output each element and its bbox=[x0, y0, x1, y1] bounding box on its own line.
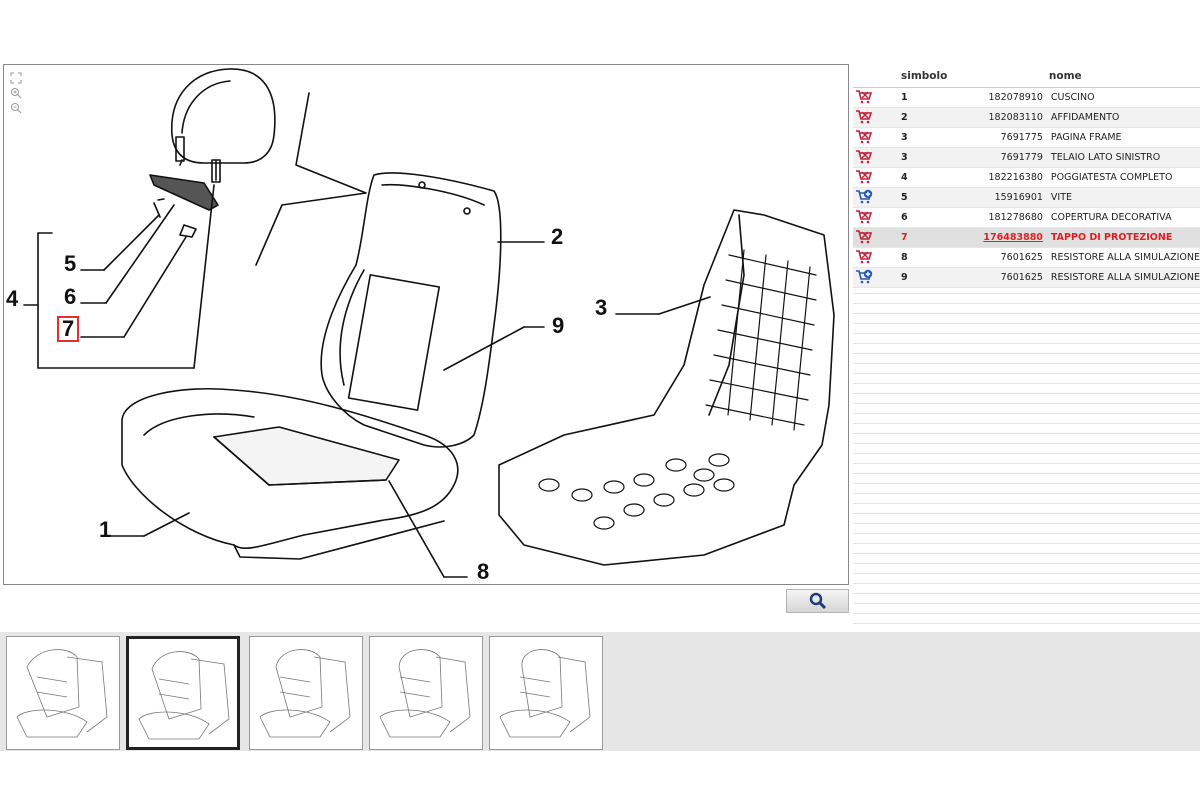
row-pos: 1 bbox=[880, 87, 923, 108]
row-name: PAGINA FRAME bbox=[1048, 127, 1200, 148]
fullscreen-icon[interactable] bbox=[10, 69, 22, 84]
row-code: 182216380 bbox=[922, 167, 1049, 188]
row-code: 7691775 bbox=[922, 127, 1049, 148]
cart-icon[interactable] bbox=[855, 249, 873, 264]
cart-icon[interactable] bbox=[855, 129, 873, 144]
diagram-toolbar bbox=[10, 69, 24, 114]
parts-list-panel: simbolo nome 1 182078910 CUSCINO 2 182083110… bbox=[853, 64, 1200, 624]
callout-7[interactable]: 7 bbox=[57, 316, 80, 342]
row-code: 182083110 bbox=[922, 107, 1049, 128]
header-nome[interactable]: nome bbox=[1048, 64, 1200, 88]
table-row[interactable]: 6 181278680 COPERTURA DECORATIVA bbox=[853, 207, 1200, 228]
row-pos: 4 bbox=[880, 167, 923, 188]
row-name: AFFIDAMENTO bbox=[1048, 107, 1200, 128]
row-name: RESISTORE ALLA SIMULAZIONE bbox=[1048, 247, 1200, 268]
cart-icon[interactable] bbox=[855, 209, 873, 224]
thumbnail-drawing bbox=[16, 649, 108, 738]
thumbnail-2[interactable] bbox=[126, 636, 240, 750]
callout-9[interactable]: 9 bbox=[552, 315, 564, 337]
table-row[interactable]: 4 182216380 POGGIATESTA COMPLETO bbox=[853, 167, 1200, 188]
row-name: RESISTORE ALLA SIMULAZIONE bbox=[1048, 267, 1200, 288]
row-pos: 5 bbox=[880, 187, 923, 208]
thumbnail-drawing bbox=[379, 649, 471, 738]
header-simbolo[interactable]: simbolo bbox=[901, 64, 1049, 88]
thumbnail-4[interactable] bbox=[369, 636, 483, 750]
table-row[interactable]: 5 15916901 VITE bbox=[853, 187, 1200, 208]
seat-drawing bbox=[23, 68, 835, 578]
header-icon bbox=[853, 64, 881, 88]
row-code[interactable]: 176483880 bbox=[922, 227, 1049, 248]
magnifier-icon bbox=[809, 592, 826, 610]
row-name: CUSCINO bbox=[1048, 87, 1200, 108]
table-row[interactable]: 3 7691779 TELAIO LATO SINISTRO bbox=[853, 147, 1200, 168]
cart-icon[interactable] bbox=[855, 149, 873, 164]
callout-1[interactable]: 1 bbox=[99, 519, 111, 541]
callout-5[interactable]: 5 bbox=[64, 253, 76, 275]
thumbnail-drawing bbox=[138, 651, 230, 740]
table-row[interactable]: 8 7601625 RESISTORE ALLA SIMULAZIONE bbox=[853, 247, 1200, 268]
row-pos: 9 bbox=[880, 267, 923, 288]
zoom-in-icon[interactable] bbox=[10, 84, 22, 99]
callout-6[interactable]: 6 bbox=[64, 286, 76, 308]
callout-2[interactable]: 2 bbox=[551, 226, 563, 248]
thumbnail-drawing bbox=[499, 649, 591, 738]
row-code: 7601625 bbox=[922, 267, 1049, 288]
table-row[interactable]: 2 182083110 AFFIDAMENTO bbox=[853, 107, 1200, 128]
thumbnail-strip bbox=[0, 632, 1200, 751]
cart-icon[interactable] bbox=[855, 229, 873, 244]
row-code: 182078910 bbox=[922, 87, 1049, 108]
row-pos: 6 bbox=[880, 207, 923, 228]
cart-plus-icon[interactable] bbox=[855, 269, 873, 284]
thumbnail-3[interactable] bbox=[249, 636, 363, 750]
thumbnail-1[interactable] bbox=[6, 636, 120, 750]
zoom-out-icon[interactable] bbox=[10, 99, 22, 114]
cart-icon[interactable] bbox=[855, 109, 873, 124]
row-name: TELAIO LATO SINISTRO bbox=[1048, 147, 1200, 168]
row-pos: 3 bbox=[880, 127, 923, 148]
row-name: VITE bbox=[1048, 187, 1200, 208]
row-name: COPERTURA DECORATIVA bbox=[1048, 207, 1200, 228]
table-row[interactable]: 3 7691775 PAGINA FRAME bbox=[853, 127, 1200, 148]
table-header: simbolo nome bbox=[853, 64, 1200, 88]
callout-8[interactable]: 8 bbox=[477, 561, 489, 583]
cart-icon[interactable] bbox=[855, 169, 873, 184]
row-pos: 8 bbox=[880, 247, 923, 268]
thumbnail-drawing bbox=[259, 649, 351, 738]
cart-icon[interactable] bbox=[855, 89, 873, 104]
cart-plus-icon[interactable] bbox=[855, 189, 873, 204]
parts-table: simbolo nome 1 182078910 CUSCINO 2 182083110… bbox=[853, 64, 1200, 288]
magnify-button[interactable] bbox=[786, 589, 849, 613]
row-code: 181278680 bbox=[922, 207, 1049, 228]
table-row[interactable]: 7 176483880 TAPPO DI PROTEZIONE bbox=[853, 227, 1200, 248]
table-row[interactable]: 1 182078910 CUSCINO bbox=[853, 87, 1200, 108]
row-name: TAPPO DI PROTEZIONE bbox=[1048, 227, 1200, 248]
callout-3[interactable]: 3 bbox=[595, 297, 607, 319]
thumbnail-5[interactable] bbox=[489, 636, 603, 750]
row-pos: 2 bbox=[880, 107, 923, 128]
row-pos: 7 bbox=[880, 227, 923, 248]
callout-4[interactable]: 4 bbox=[6, 288, 18, 310]
parts-diagram[interactable]: 1 2 3 4 5 6 7 8 9 bbox=[3, 64, 849, 585]
row-code: 7601625 bbox=[922, 247, 1049, 268]
row-code: 15916901 bbox=[922, 187, 1049, 208]
row-code: 7691779 bbox=[922, 147, 1049, 168]
table-row[interactable]: 9 7601625 RESISTORE ALLA SIMULAZIONE bbox=[853, 267, 1200, 288]
row-pos: 3 bbox=[880, 147, 923, 168]
row-name: POGGIATESTA COMPLETO bbox=[1048, 167, 1200, 188]
